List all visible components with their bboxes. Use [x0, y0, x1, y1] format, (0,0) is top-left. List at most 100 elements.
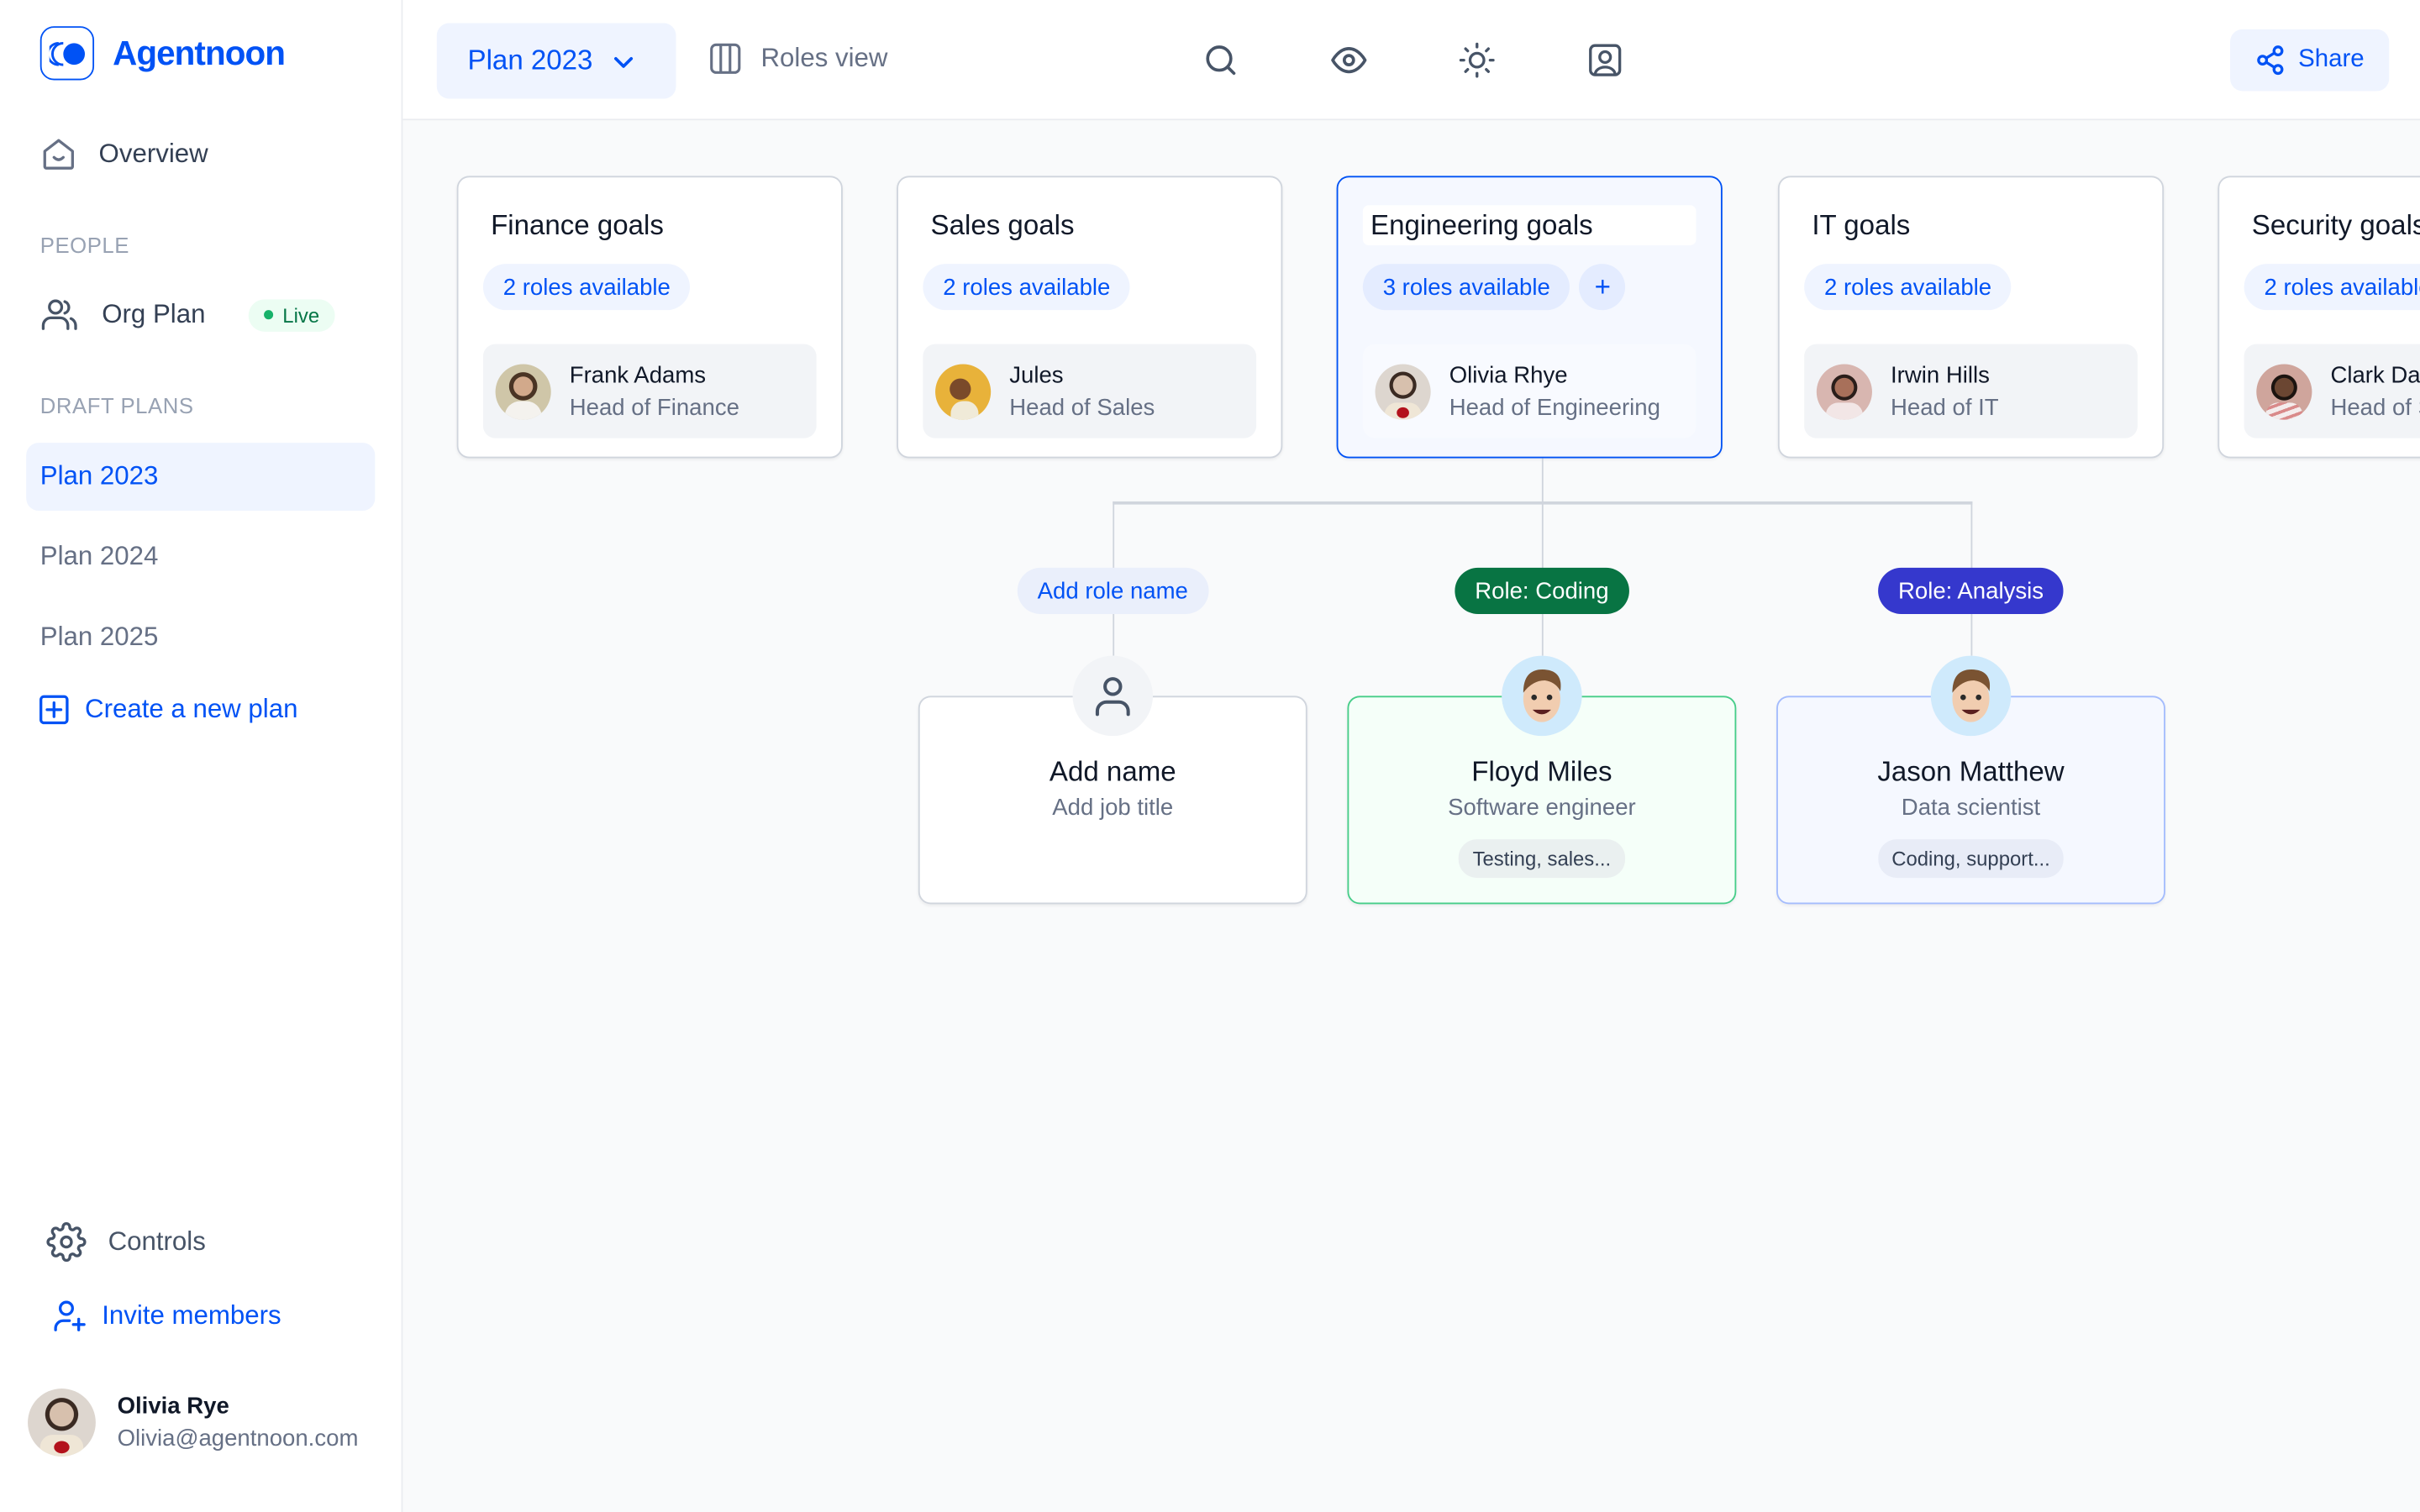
search-icon[interactable]: [1202, 42, 1239, 79]
goal-lead[interactable]: Olivia Rhye Head of Engineering: [1362, 344, 1697, 438]
roles-available-badge[interactable]: 2 roles available: [2244, 264, 2420, 311]
plan-select-dropdown[interactable]: Plan 2023: [436, 23, 676, 99]
goal-card-sales[interactable]: Sales goals 2 roles available Jules Head …: [897, 176, 1283, 459]
roles-view-toggle[interactable]: Roles view: [708, 42, 887, 76]
lead-name: Irwin Hills: [1890, 361, 1990, 388]
skills-badge[interactable]: Coding, support...: [1877, 839, 2065, 879]
users-icon: [41, 299, 77, 330]
goal-lead[interactable]: Jules Head of Sales: [923, 344, 1257, 438]
lead-title: Head of Engineering: [1449, 394, 1660, 421]
lead-avatar: [1375, 363, 1431, 419]
home-icon: [43, 139, 74, 170]
sidebar-item-plan-2024[interactable]: Plan 2024: [26, 523, 375, 591]
lead-name: Jules: [1009, 361, 1064, 388]
overview-label: Overview: [98, 139, 208, 169]
share-icon: [2257, 45, 2284, 76]
add-name-field[interactable]: Add name: [920, 756, 1306, 789]
sidebar: Agentnoon Overview PEOPLE Org Plan Live …: [0, 0, 403, 1512]
goal-title-input[interactable]: Engineering goals: [1362, 205, 1697, 246]
sidebar-item-plan-2023[interactable]: Plan 2023: [26, 443, 376, 511]
draft-plans-section-label: DRAFT PLANS: [39, 393, 194, 418]
goal-title: Security goals: [2251, 208, 2420, 240]
lead-title: Head of Security: [2330, 394, 2420, 421]
role-tag-analysis[interactable]: Role: Analysis: [1878, 567, 2064, 615]
chevron-down-icon: [614, 56, 634, 67]
user-square-icon[interactable]: [1586, 42, 1623, 79]
app-name: Agentnoon: [113, 33, 286, 72]
placeholder-avatar[interactable]: [1072, 655, 1154, 737]
invite-members-label: Invite members: [102, 1300, 281, 1331]
org-plan-label: Org Plan: [102, 299, 206, 329]
plus-icon: +: [1594, 270, 1611, 302]
memoji-face-icon: [1952, 669, 1991, 722]
role-tag-coding[interactable]: Role: Coding: [1455, 567, 1629, 615]
connector-line: [1541, 458, 1544, 503]
logo[interactable]: Agentnoon: [39, 26, 286, 81]
memoji-avatar: [1930, 655, 2012, 737]
goal-card-finance[interactable]: Finance goals 2 roles available Frank Ad…: [456, 176, 843, 459]
user-name: Olivia Rye: [117, 1393, 229, 1420]
goal-lead[interactable]: Frank Adams Head of Finance: [482, 344, 817, 438]
live-dot-icon: [264, 310, 274, 320]
person-title: Data scientist: [1901, 794, 2041, 822]
add-role-button[interactable]: +: [1579, 264, 1626, 311]
topbar: Plan 2023 Roles view Share: [402, 0, 2420, 121]
lead-title: Head of Finance: [569, 394, 739, 421]
people-section-label: PEOPLE: [39, 233, 129, 258]
roles-available-badge[interactable]: 2 roles available: [923, 264, 1131, 311]
sidebar-item-plan-2025[interactable]: Plan 2025: [26, 603, 375, 671]
roles-available-badge[interactable]: 2 roles available: [482, 264, 691, 311]
person-title: Software engineer: [1448, 794, 1636, 822]
plan-select-value: Plan 2023: [467, 45, 593, 76]
eye-icon[interactable]: [1330, 42, 1367, 79]
goal-title: Finance goals: [491, 208, 664, 240]
columns-icon: [710, 43, 741, 74]
user-avatar: [28, 1389, 96, 1457]
roles-available-badge[interactable]: 3 roles available: [1362, 264, 1570, 311]
user-plus-icon: [54, 1300, 86, 1331]
goal-title: IT goals: [1812, 208, 1911, 240]
lead-avatar: [1816, 363, 1872, 419]
plus-square-icon: [39, 695, 69, 725]
lead-title: Head of IT: [1890, 394, 1999, 421]
sidebar-item-controls[interactable]: Controls: [46, 1222, 206, 1263]
goal-card-engineering[interactable]: Engineering goals 3 roles available + Ol…: [1336, 176, 1723, 459]
lead-name: Clark Davis: [2330, 361, 2420, 388]
goal-card-it[interactable]: IT goals 2 roles available Irwin Hills He…: [1777, 176, 2165, 459]
lead-name: Olivia Rhye: [1449, 361, 1568, 388]
memoji-face-icon: [1523, 669, 1561, 722]
invite-members-button[interactable]: Invite members: [52, 1299, 281, 1333]
lead-name: Frank Adams: [569, 361, 707, 388]
person-name: Floyd Miles: [1471, 755, 1612, 787]
roles-view-label: Roles view: [760, 43, 888, 73]
roles-available-badge[interactable]: 2 roles available: [1804, 264, 2012, 311]
add-job-title-field[interactable]: Add job title: [920, 795, 1306, 821]
user-icon: [1095, 677, 1130, 717]
gear-icon: [46, 1222, 87, 1263]
lead-avatar: [2256, 363, 2312, 419]
sidebar-item-overview[interactable]: Overview: [40, 136, 208, 173]
current-user[interactable]: Olivia Rye Olivia@agentnoon.com: [28, 1389, 358, 1457]
goal-lead[interactable]: Irwin Hills Head of IT: [1804, 344, 2138, 438]
role-tag-add-role-name[interactable]: Add role name: [1017, 567, 1208, 615]
goal-title: Sales goals: [930, 208, 1075, 240]
plan-label: Plan 2023: [39, 461, 159, 491]
goal-card-security[interactable]: Security goals 2 roles available Clark D…: [2217, 176, 2420, 459]
sun-icon[interactable]: [1459, 42, 1496, 79]
lead-title: Head of Sales: [1009, 394, 1155, 421]
lead-avatar: [935, 363, 992, 419]
logo-icon: [39, 26, 95, 81]
plan-label: Plan 2025: [39, 622, 159, 652]
lead-avatar: [495, 363, 551, 419]
person-name: Jason Matthew: [1877, 755, 2065, 787]
sidebar-item-org-plan[interactable]: Org Plan Live: [40, 297, 335, 333]
create-plan-label: Create a new plan: [85, 694, 298, 724]
controls-label: Controls: [108, 1226, 206, 1257]
plan-label: Plan 2024: [39, 541, 159, 571]
share-button[interactable]: Share: [2230, 29, 2390, 92]
share-label: Share: [2298, 46, 2365, 73]
create-plan-button[interactable]: Create a new plan: [39, 694, 298, 726]
goal-lead[interactable]: Clark Davis Head of Security: [2244, 344, 2420, 438]
skills-badge[interactable]: Testing, sales...: [1459, 839, 1625, 879]
memoji-avatar: [1502, 655, 1582, 737]
